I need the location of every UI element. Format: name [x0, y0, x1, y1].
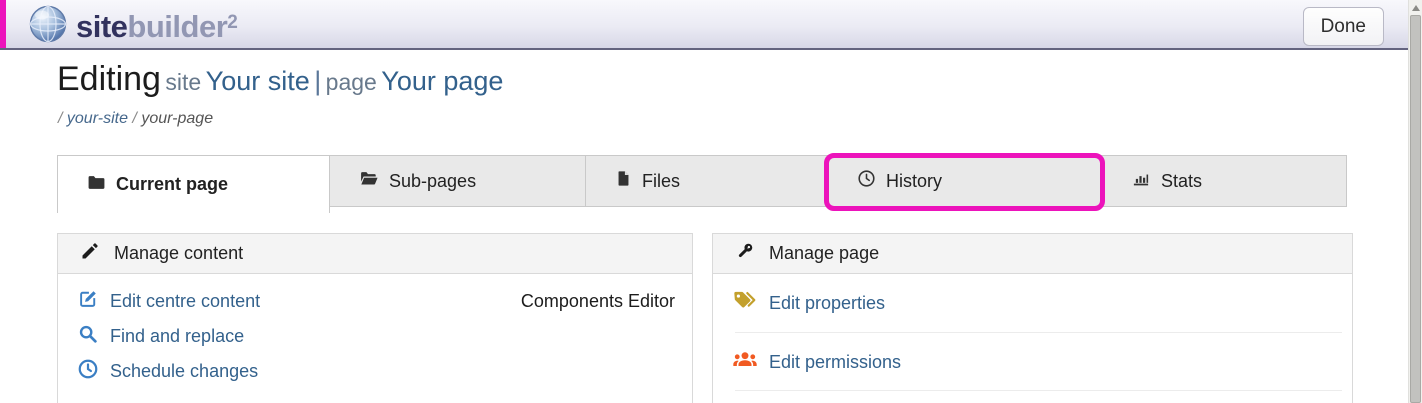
sitebuilder-logo[interactable]: sitebuilder2 [28, 4, 237, 49]
folder-open-icon [359, 169, 379, 193]
page-row: Edit properties [713, 274, 1352, 332]
tab-bar: Current page Sub-pages Files History [57, 155, 1347, 213]
panel-title: Manage page [769, 243, 879, 264]
vertical-scrollbar[interactable] [1408, 0, 1422, 403]
wrench-icon [735, 241, 755, 266]
page-title: Editing site Your site | page Your page [57, 60, 503, 99]
edit-properties-link[interactable]: Edit properties [732, 289, 885, 318]
breadcrumb: / your-site / your-page [58, 110, 213, 128]
manage-content-header: Manage content [58, 234, 692, 274]
app-header: sitebuilder2 Done [0, 0, 1422, 50]
tab-sub-pages[interactable]: Sub-pages [329, 155, 586, 207]
tab-stats[interactable]: Stats [1101, 155, 1347, 207]
magenta-edge-strip [0, 0, 6, 48]
content-row: Schedule changes [77, 354, 675, 389]
tab-label: Current page [116, 174, 228, 195]
tab-label: Stats [1161, 171, 1202, 192]
users-icon [732, 348, 758, 376]
tab-files[interactable]: Files [585, 155, 828, 207]
manage-page-panel: Manage page Edit properties Edit permiss… [712, 233, 1353, 403]
editing-label: Editing [57, 60, 161, 98]
tab-label: Sub-pages [389, 171, 476, 192]
site-label: site [165, 69, 201, 95]
done-button[interactable]: Done [1303, 7, 1384, 46]
tab-history[interactable]: History [827, 155, 1102, 207]
edit-square-icon [77, 288, 99, 315]
content-row: Find and replace [77, 319, 675, 354]
pencil-icon [80, 241, 100, 266]
page-row-cut-off [713, 391, 1352, 403]
manage-page-header: Manage page [713, 234, 1352, 274]
breadcrumb-page: your-page [141, 110, 213, 127]
page-row: Edit permissions [713, 333, 1352, 390]
content-row: Edit centre content Components Editor [77, 284, 675, 319]
clock-icon [77, 358, 99, 385]
edit-permissions-link[interactable]: Edit permissions [732, 348, 901, 376]
scroll-up-arrow-icon[interactable] [1412, 5, 1420, 11]
tags-icon [732, 289, 758, 318]
tab-label: History [886, 171, 942, 192]
find-and-replace-link[interactable]: Find and replace [77, 323, 244, 350]
components-editor-note: Components Editor [521, 291, 675, 312]
globe-icon [28, 4, 68, 49]
link-label: Edit properties [769, 293, 885, 314]
tab-current-page[interactable]: Current page [57, 155, 330, 213]
title-separator: | [314, 66, 321, 96]
scrollbar-thumb[interactable] [1410, 15, 1421, 403]
search-icon [77, 323, 99, 350]
edit-centre-content-link[interactable]: Edit centre content [77, 288, 260, 315]
tab-label: Files [642, 171, 680, 192]
breadcrumb-site-link[interactable]: your-site [67, 110, 128, 127]
bar-chart-icon [1131, 169, 1151, 193]
brand-wordmark: sitebuilder2 [76, 9, 237, 45]
folder-icon [87, 173, 106, 197]
sitebuilder-editing-screen: sitebuilder2 Done Editing site Your site… [0, 0, 1422, 403]
panel-title: Manage content [114, 243, 243, 264]
file-icon [615, 169, 632, 193]
site-name: Your site [206, 66, 310, 96]
breadcrumb-slash: / [58, 110, 62, 127]
page-name: Your page [381, 66, 503, 96]
manage-content-panel: Manage content Edit centre content Compo… [57, 233, 693, 403]
link-label: Edit centre content [110, 291, 260, 312]
link-label: Edit permissions [769, 352, 901, 373]
breadcrumb-slash: / [132, 110, 136, 127]
link-label: Schedule changes [110, 361, 258, 382]
clock-icon [857, 169, 876, 193]
schedule-changes-link[interactable]: Schedule changes [77, 358, 258, 385]
page-label: page [326, 69, 377, 95]
link-label: Find and replace [110, 326, 244, 347]
